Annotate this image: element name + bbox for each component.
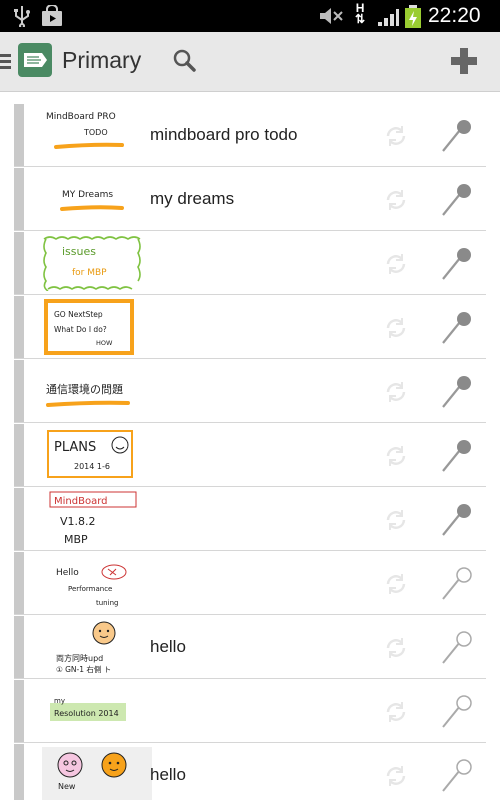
usb-icon [12,5,32,31]
thumb-text: GO NextStep [54,310,103,319]
sync-icon [382,634,410,666]
note-color-bar [14,232,24,294]
sync-icon [382,250,410,282]
search-icon[interactable] [172,48,198,78]
note-title: my dreams [150,189,235,208]
pin-icon[interactable] [440,438,474,478]
clock: 22:20 [428,4,481,27]
thumb-text: PLANS [54,440,96,455]
note-thumbnail[interactable]: my Resolution 2014 [42,683,152,739]
thumb-text: Resolution 2014 [54,709,119,718]
note-item[interactable]: my Resolution 2014 [14,680,486,743]
note-color-bar [14,680,24,742]
thumb-text: What Do I do? [54,325,107,334]
note-item[interactable]: GO NextStep What Do I do? HOW [14,296,486,359]
pin-icon[interactable] [440,566,474,606]
action-bar: Primary [0,32,500,92]
note-item[interactable]: PLANS 2014 1-6 [14,424,486,487]
mute-icon [318,6,344,30]
sync-icon [382,698,410,730]
status-bar: H ⇅ 22:20 [0,0,500,32]
sync-icon [382,186,410,218]
note-color-bar [14,296,24,358]
pin-icon[interactable] [440,182,474,222]
pin-icon[interactable] [440,694,474,734]
thumb-text: TODO [83,128,108,137]
note-color-bar [14,616,24,678]
thumb-text: Performance [68,585,112,593]
thumb-text: V1.8.2 [60,515,96,528]
pin-icon[interactable] [440,630,474,670]
note-thumbnail[interactable]: MindBoard PRO TODO [42,107,152,163]
note-thumbnail[interactable]: MY Dreams [42,171,152,227]
note-item[interactable]: MindBoard PRO TODO mindboard pro todo [14,104,486,167]
thumb-text: MindBoard [54,496,107,507]
thumb-text: MindBoard PRO [46,112,116,122]
note-color-bar [14,744,24,800]
app-logo-icon[interactable] [18,43,52,77]
note-item[interactable]: New hello [14,744,486,800]
note-color-bar [14,424,24,486]
note-thumbnail[interactable]: issues for MBP [42,235,152,291]
page-title: Primary [62,47,142,73]
thumb-text: for MBP [72,268,107,278]
note-thumbnail[interactable]: 通信環境の問題 [42,363,152,419]
thumb-text: ① GN-1 右側 ト [56,664,111,674]
note-color-bar [14,104,24,166]
sync-icon [382,570,410,602]
note-item[interactable]: MY Dreams my dreams [14,168,486,231]
note-title: hello [150,637,186,656]
thumb-text: 通信環境の問題 [46,382,123,396]
note-color-bar [14,488,24,550]
pin-icon[interactable] [440,118,474,158]
note-thumbnail[interactable]: New [42,747,152,800]
note-color-bar [14,360,24,422]
pin-icon[interactable] [440,502,474,542]
sync-icon [382,378,410,410]
note-color-bar [14,168,24,230]
sync-icon [382,314,410,346]
note-item[interactable]: issues for MBP [14,232,486,295]
shopping-bag-icon [40,4,64,31]
thumb-text: HOW [96,339,113,347]
network-type: H ⇅ [355,1,366,26]
add-icon[interactable] [449,46,479,80]
note-item[interactable]: MindBoard V1.8.2 MBP [14,488,486,551]
thumb-text: New [58,782,76,791]
thumb-text: tuning [96,599,118,607]
pin-icon[interactable] [440,310,474,350]
thumb-text: my [54,697,65,705]
thumb-text: 両方同時upd [56,653,103,663]
note-title: mindboard pro todo [150,125,298,144]
note-thumbnail[interactable]: PLANS 2014 1-6 [42,427,152,483]
note-item[interactable]: 通信環境の問題 [14,360,486,423]
note-thumbnail[interactable]: MindBoard V1.8.2 MBP [42,491,152,547]
thumb-text: issues [62,245,96,258]
note-item[interactable]: 両方同時upd ① GN-1 右側 ト hello [14,616,486,679]
sync-icon [382,122,410,154]
sync-icon [382,442,410,474]
signal-icon [376,6,400,32]
note-thumbnail[interactable]: 両方同時upd ① GN-1 右側 ト [42,619,152,675]
sync-icon [382,762,410,794]
sync-icon [382,506,410,538]
menu-icon[interactable] [0,52,12,74]
pin-icon[interactable] [440,374,474,414]
thumb-text: 2014 1-6 [74,462,110,471]
thumb-text: MBP [64,533,88,546]
pin-icon[interactable] [440,758,474,798]
note-title: hello [150,765,186,784]
note-thumbnail[interactable]: Hello Performance tuning [42,555,152,611]
note-color-bar [14,552,24,614]
pin-icon[interactable] [440,246,474,286]
note-thumbnail[interactable]: GO NextStep What Do I do? HOW [42,299,152,355]
thumb-text: MY Dreams [62,190,113,200]
battery-charging-icon [404,5,422,33]
thumb-text: Hello [56,568,79,578]
note-item[interactable]: Hello Performance tuning [14,552,486,615]
